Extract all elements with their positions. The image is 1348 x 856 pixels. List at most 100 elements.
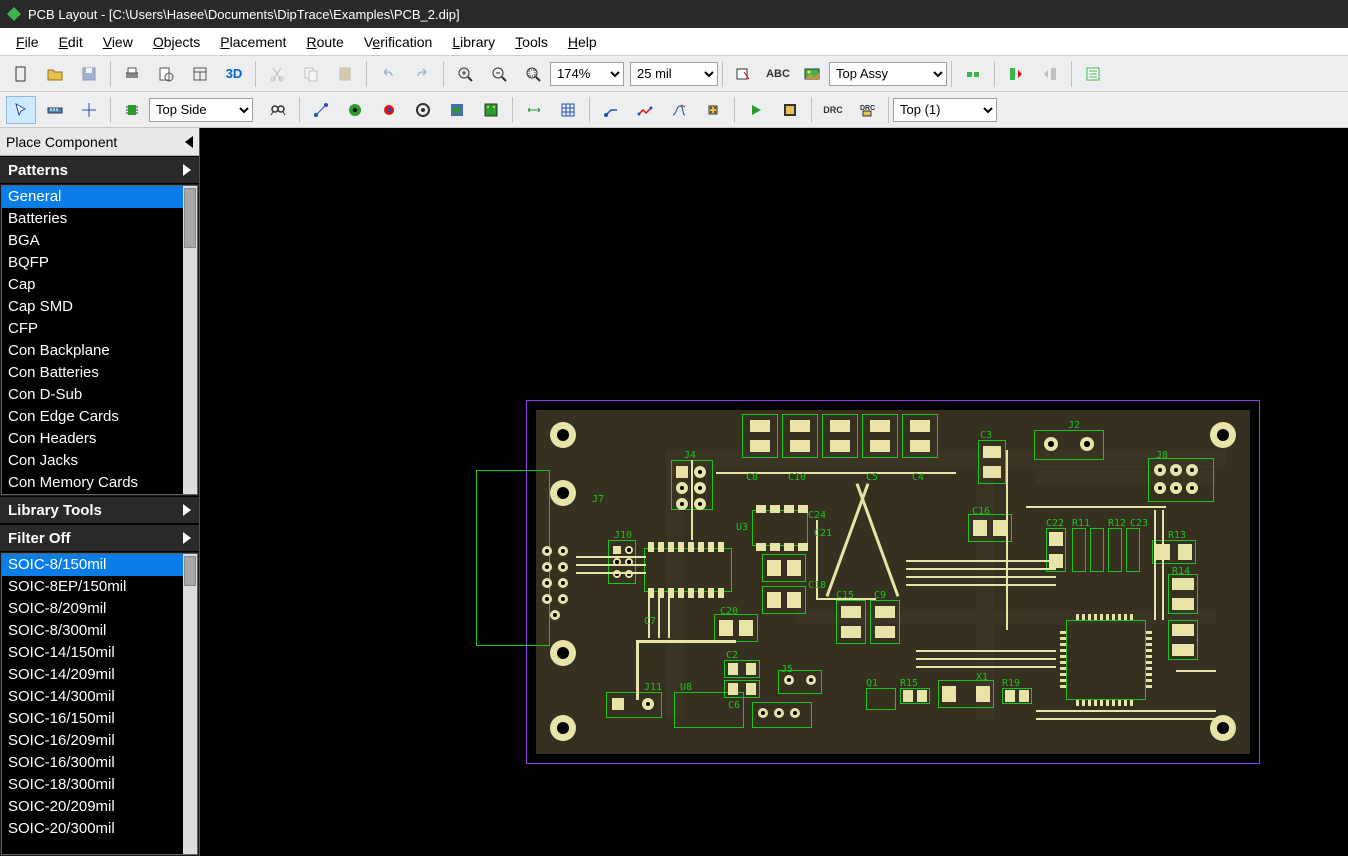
open-button[interactable] bbox=[40, 60, 70, 88]
categories-scrollbar[interactable] bbox=[183, 186, 197, 494]
category-item[interactable]: Cap bbox=[2, 274, 197, 296]
part-item[interactable]: SOIC-16/209mil bbox=[2, 730, 197, 752]
titles-button[interactable] bbox=[185, 60, 215, 88]
route-manual-tool[interactable] bbox=[596, 96, 626, 124]
part-item[interactable]: SOIC-14/150mil bbox=[2, 642, 197, 664]
part-item[interactable]: SOIC-20/209mil bbox=[2, 796, 197, 818]
layer-select[interactable]: Top (1) bbox=[893, 98, 997, 122]
renew-button[interactable] bbox=[1001, 60, 1031, 88]
place-component-header: Place Component bbox=[0, 128, 199, 156]
menu-verification[interactable]: Verification bbox=[354, 32, 443, 52]
category-item[interactable]: General bbox=[2, 186, 197, 208]
menu-objects[interactable]: Objects bbox=[143, 32, 210, 52]
redo-button[interactable] bbox=[407, 60, 437, 88]
part-item[interactable]: SOIC-14/209mil bbox=[2, 664, 197, 686]
zoom-in-button[interactable] bbox=[450, 60, 480, 88]
part-item[interactable]: SOIC-8/150mil bbox=[2, 554, 197, 576]
paste-button[interactable] bbox=[330, 60, 360, 88]
origin-tool[interactable] bbox=[74, 96, 104, 124]
free-route-tool[interactable] bbox=[664, 96, 694, 124]
category-item[interactable]: Con Batteries bbox=[2, 362, 197, 384]
menu-view[interactable]: View bbox=[93, 32, 143, 52]
copy-button[interactable] bbox=[296, 60, 326, 88]
save-button[interactable] bbox=[74, 60, 104, 88]
app-icon bbox=[6, 6, 22, 22]
board-outline-tool[interactable] bbox=[476, 96, 506, 124]
category-item[interactable]: Con Headers bbox=[2, 428, 197, 450]
menu-placement[interactable]: Placement bbox=[210, 32, 296, 52]
window-title: PCB Layout - [C:\Users\Hasee\Documents\D… bbox=[28, 7, 460, 22]
parts-scrollbar[interactable] bbox=[183, 554, 197, 854]
grid-select[interactable]: 25 mil bbox=[630, 62, 718, 86]
category-item[interactable]: BQFP bbox=[2, 252, 197, 274]
properties-button[interactable] bbox=[1078, 60, 1108, 88]
category-item[interactable]: Con Jacks bbox=[2, 450, 197, 472]
text-label-button[interactable]: ABC bbox=[763, 60, 793, 88]
copper-pour-tool[interactable] bbox=[442, 96, 472, 124]
menu-route[interactable]: Route bbox=[296, 32, 353, 52]
autoroute-setup-button[interactable] bbox=[775, 96, 805, 124]
filter-section[interactable]: Filter Off bbox=[0, 524, 199, 552]
layer-colors-button[interactable] bbox=[729, 60, 759, 88]
component-tool[interactable] bbox=[117, 96, 147, 124]
menu-help[interactable]: Help bbox=[558, 32, 607, 52]
part-item[interactable]: SOIC-16/300mil bbox=[2, 752, 197, 774]
menu-library[interactable]: Library bbox=[442, 32, 505, 52]
part-item[interactable]: SOIC-8/209mil bbox=[2, 598, 197, 620]
layer-display-select[interactable]: Top Assy bbox=[829, 62, 947, 86]
category-item[interactable]: Cap SMD bbox=[2, 296, 197, 318]
category-item[interactable]: Con Edge Cards bbox=[2, 406, 197, 428]
part-item[interactable]: SOIC-8/300mil bbox=[2, 620, 197, 642]
preview-button[interactable] bbox=[151, 60, 181, 88]
print-button[interactable] bbox=[117, 60, 147, 88]
category-item[interactable]: CFP bbox=[2, 318, 197, 340]
units-button[interactable] bbox=[958, 60, 988, 88]
category-item[interactable]: Con Power bbox=[2, 494, 197, 495]
menu-file[interactable]: File bbox=[6, 32, 49, 52]
renew-back-button[interactable] bbox=[1035, 60, 1065, 88]
patterns-section[interactable]: Patterns bbox=[0, 156, 199, 184]
part-item[interactable]: SOIC-8EP/150mil bbox=[2, 576, 197, 598]
pcb-canvas[interactable]: J4 J7 J10 J11 U3 U8 C2 C6 C8 C10 C4 C3 C… bbox=[200, 128, 1348, 856]
sidebar: Place Component Patterns GeneralBatterie… bbox=[0, 128, 200, 856]
category-item[interactable]: Batteries bbox=[2, 208, 197, 230]
library-tools-section[interactable]: Library Tools bbox=[0, 496, 199, 524]
edit-route-tool[interactable] bbox=[630, 96, 660, 124]
new-button[interactable] bbox=[6, 60, 36, 88]
zoom-select[interactable]: 174% bbox=[550, 62, 624, 86]
side-select[interactable]: Top Side bbox=[149, 98, 253, 122]
category-item[interactable]: Con Backplane bbox=[2, 340, 197, 362]
category-item[interactable]: Con D-Sub bbox=[2, 384, 197, 406]
fanout-tool[interactable] bbox=[698, 96, 728, 124]
zoom-window-button[interactable] bbox=[518, 60, 548, 88]
undo-button[interactable] bbox=[373, 60, 403, 88]
cut-button[interactable] bbox=[262, 60, 292, 88]
part-item[interactable]: SOIC-14/300mil bbox=[2, 686, 197, 708]
via-tool[interactable] bbox=[374, 96, 404, 124]
measure-tool[interactable] bbox=[40, 96, 70, 124]
parts-list[interactable]: SOIC-8/150milSOIC-8EP/150milSOIC-8/209mi… bbox=[1, 553, 198, 855]
part-item[interactable]: SOIC-16/150mil bbox=[2, 708, 197, 730]
category-item[interactable]: BGA bbox=[2, 230, 197, 252]
toolbar-main: 3D 174% 25 mil ABC Top Assy bbox=[0, 56, 1348, 92]
table-tool[interactable] bbox=[553, 96, 583, 124]
part-item[interactable]: SOIC-20/300mil bbox=[2, 818, 197, 840]
collapse-icon[interactable] bbox=[185, 136, 193, 148]
find-button[interactable] bbox=[263, 96, 293, 124]
select-tool[interactable] bbox=[6, 96, 36, 124]
menu-edit[interactable]: Edit bbox=[49, 32, 93, 52]
dimension-tool[interactable] bbox=[519, 96, 549, 124]
pad-tool[interactable] bbox=[340, 96, 370, 124]
category-item[interactable]: Con Memory Cards bbox=[2, 472, 197, 494]
menu-tools[interactable]: Tools bbox=[505, 32, 558, 52]
part-item[interactable]: SOIC-18/300mil bbox=[2, 774, 197, 796]
categories-list[interactable]: GeneralBatteriesBGABQFPCapCap SMDCFPCon … bbox=[1, 185, 198, 495]
drc-button[interactable]: DRC bbox=[818, 96, 848, 124]
3d-button[interactable]: 3D bbox=[219, 60, 249, 88]
zoom-out-button[interactable] bbox=[484, 60, 514, 88]
drc-setup-button[interactable]: DRC bbox=[852, 96, 882, 124]
autoroute-button[interactable] bbox=[741, 96, 771, 124]
mounting-hole-tool[interactable] bbox=[408, 96, 438, 124]
ratline-tool[interactable] bbox=[306, 96, 336, 124]
picture-button[interactable] bbox=[797, 60, 827, 88]
